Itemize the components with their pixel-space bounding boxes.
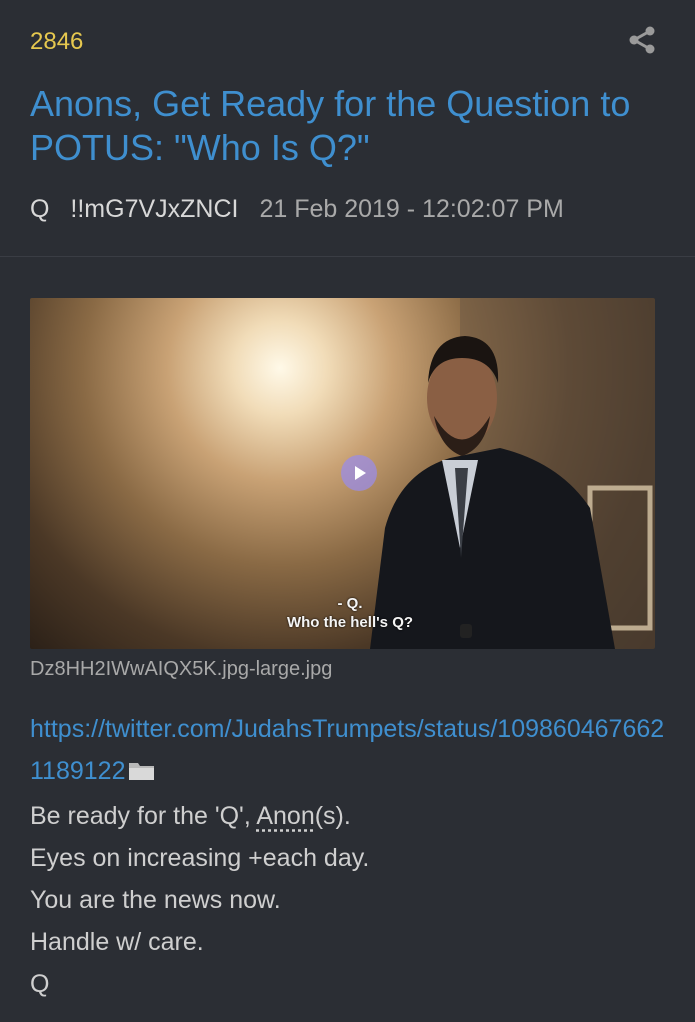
body-line-1: Be ready for the 'Q', Anon(s). [30, 795, 670, 837]
subtitle-line-2: Who the hell's Q? [286, 614, 414, 631]
post-number: 2846 [30, 28, 84, 55]
divider [0, 256, 695, 257]
play-icon[interactable] [341, 455, 377, 491]
body-line-1-prefix: Be ready for the 'Q', [30, 802, 257, 830]
post-title: Anons, Get Ready for the Question to POT… [30, 83, 631, 168]
tripcode: !!mG7VJxZNCI [70, 195, 239, 223]
share-icon[interactable] [626, 24, 658, 56]
signature: Q [30, 970, 50, 998]
body-line-1-suffix: (s). [314, 802, 351, 830]
subtitle-line-1: - Q. [337, 595, 363, 612]
folder-icon[interactable] [127, 753, 157, 795]
body-line-3: You are the news now. [30, 886, 281, 914]
image-filename[interactable]: Dz8HH2IWwAIQX5K.jpg-large.jpg [30, 658, 332, 681]
body-line-2: Eyes on increasing +each day. [30, 844, 370, 872]
twitter-link[interactable]: https://twitter.com/JudahsTrumpets/statu… [30, 715, 664, 785]
video-thumbnail[interactable]: - Q. Who the hell's Q? [30, 298, 655, 649]
author-name: Q [30, 195, 50, 223]
video-subtitle: - Q. Who the hell's Q? [255, 594, 445, 632]
body-line-4: Handle w/ care. [30, 928, 204, 956]
twitter-link-wrap: https://twitter.com/JudahsTrumpets/statu… [30, 715, 664, 785]
anon-link[interactable]: Anon [256, 802, 314, 830]
post-date: 21 Feb 2019 - 12:02:07 PM [259, 195, 564, 223]
post-body: https://twitter.com/JudahsTrumpets/statu… [30, 708, 670, 1005]
post-meta: Q !!mG7VJxZNCI 21 Feb 2019 - 12:02:07 PM [30, 195, 564, 224]
